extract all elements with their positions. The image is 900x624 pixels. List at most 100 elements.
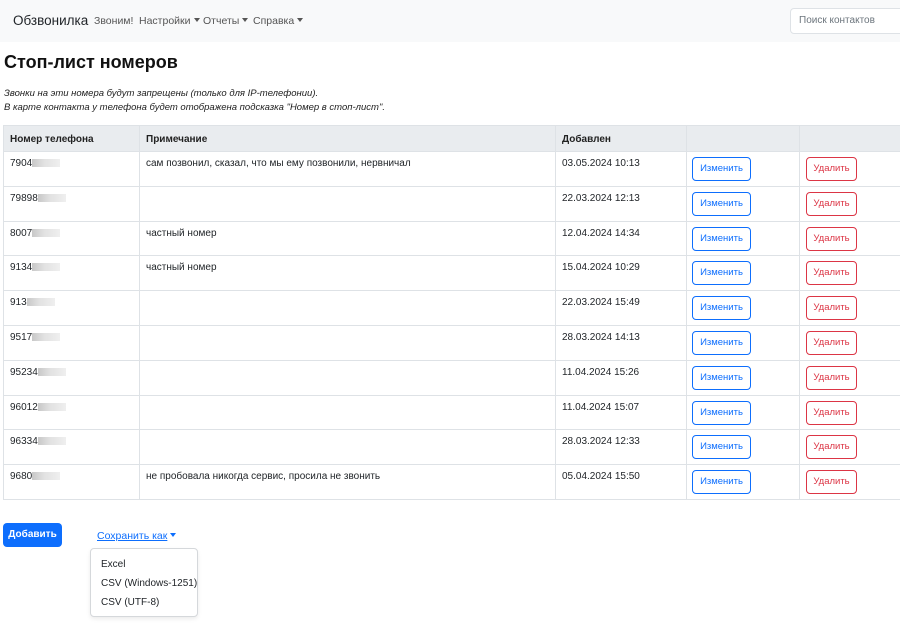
table-row: 79898 22.03.2024 12:13 Изменить Удалить xyxy=(4,186,900,222)
cell-edit: Изменить xyxy=(687,360,800,395)
cell-added: 28.03.2024 12:33 xyxy=(556,430,687,465)
chevron-down-icon xyxy=(193,18,200,22)
info-note: Звонки на эти номера будут запрещены (то… xyxy=(4,88,319,99)
phone-number: 96012 xyxy=(10,401,38,413)
edit-button[interactable]: Изменить xyxy=(692,365,751,390)
table-row: 7904 сам позвонил, сказал, что мы ему поз… xyxy=(4,152,900,187)
table-row: 96334 28.03.2024 12:33 Изменить Удалить xyxy=(4,430,900,466)
delete-button[interactable]: Удалить xyxy=(806,330,857,355)
save-as-menu: Excel CSV (Windows-1251) CSV (UTF-8) xyxy=(90,548,198,617)
chevron-down-icon xyxy=(170,533,177,537)
edit-button[interactable]: Изменить xyxy=(692,400,751,425)
delete-button[interactable]: Удалить xyxy=(806,470,857,495)
cell-phone: 95234 xyxy=(4,360,140,395)
cell-phone: 8007 xyxy=(4,221,140,256)
delete-button[interactable]: Удалить xyxy=(806,400,857,425)
redacted-digits xyxy=(37,193,66,202)
cell-note: частный номер xyxy=(140,221,556,256)
redacted-digits xyxy=(37,402,66,411)
table-row: 913 22.03.2024 15:49 Изменить Удалить xyxy=(4,291,900,326)
redacted-digits xyxy=(32,159,61,167)
nav-item-reports[interactable]: Отчеты xyxy=(203,15,249,27)
phone-number: 7904 xyxy=(10,158,33,169)
edit-button[interactable]: Изменить xyxy=(692,261,751,286)
edit-button[interactable]: Изменить xyxy=(692,296,751,321)
delete-button[interactable]: Удалить xyxy=(806,261,857,286)
phone-number: 96334 xyxy=(10,436,38,448)
cell-note xyxy=(140,430,556,465)
cell-note xyxy=(140,360,556,395)
navbar: Обзвонилка Звоним! Настройки Отчеты Спра… xyxy=(0,0,900,42)
cell-edit: Изменить xyxy=(687,395,800,430)
cell-note: не пробовала никогда сервис, просила не … xyxy=(140,465,556,499)
header-edit xyxy=(687,126,800,151)
delete-button[interactable]: Удалить xyxy=(806,435,857,460)
cell-delete: Удалить xyxy=(800,152,900,186)
cell-added: 28.03.2024 14:13 xyxy=(556,325,687,360)
cell-note xyxy=(140,325,556,360)
cell-edit: Изменить xyxy=(687,152,800,186)
cell-edit: Изменить xyxy=(687,430,800,465)
table-row: 9517 28.03.2024 14:13 Изменить Удалить xyxy=(4,325,900,361)
cell-phone: 9517 xyxy=(4,325,140,360)
save-as-dropdown[interactable]: Сохранить как xyxy=(97,530,177,542)
cell-note: частный номер xyxy=(140,256,556,291)
cell-phone: 79898 xyxy=(4,186,140,221)
edit-button[interactable]: Изменить xyxy=(692,330,751,355)
delete-button[interactable]: Удалить xyxy=(806,365,857,390)
table-row: 96012 11.04.2024 15:07 Изменить Удалить xyxy=(4,395,900,431)
add-button[interactable]: Добавить xyxy=(3,523,62,547)
brand-logo[interactable]: Обзвонилка xyxy=(13,13,88,28)
table-row: 9680 не пробовала никогда сервис, просила… xyxy=(4,465,900,500)
cell-added: 22.03.2024 15:49 xyxy=(556,291,687,325)
delete-button[interactable]: Удалить xyxy=(806,191,857,216)
page-title: Стоп-лист номеров xyxy=(4,52,178,72)
menu-item-csv-utf8[interactable]: CSV (UTF-8) xyxy=(101,597,159,608)
cell-edit: Изменить xyxy=(687,325,800,360)
cell-delete: Удалить xyxy=(800,465,900,499)
phone-number: 79898 xyxy=(10,192,38,204)
edit-button[interactable]: Изменить xyxy=(692,226,751,251)
header-delete xyxy=(800,126,900,151)
nav-item-help[interactable]: Справка xyxy=(253,15,304,27)
redacted-digits xyxy=(32,263,61,272)
chevron-down-icon xyxy=(297,18,304,22)
menu-item-excel[interactable]: Excel xyxy=(101,559,125,570)
cell-delete: Удалить xyxy=(800,256,900,290)
delete-button[interactable]: Удалить xyxy=(806,296,857,321)
menu-item-csv-windows-1251[interactable]: CSV (Windows-1251) xyxy=(101,578,197,589)
cell-delete: Удалить xyxy=(800,187,900,221)
table-body: 7904 сам позвонил, сказал, что мы ему поз… xyxy=(4,152,900,500)
edit-button[interactable]: Изменить xyxy=(692,191,751,216)
edit-button[interactable]: Изменить xyxy=(692,157,751,181)
redacted-digits xyxy=(32,472,61,481)
nav-item-reports-label: Отчеты xyxy=(203,15,240,27)
save-as-label: Сохранить как xyxy=(97,530,168,542)
phone-number: 9134 xyxy=(10,262,33,274)
phone-number: 8007 xyxy=(10,227,33,239)
delete-button[interactable]: Удалить xyxy=(806,226,857,251)
redacted-digits xyxy=(37,367,66,376)
nav-item-call-label: Звоним! xyxy=(94,15,134,27)
redacted-digits xyxy=(37,437,66,446)
cell-phone: 96012 xyxy=(4,395,140,430)
edit-button[interactable]: Изменить xyxy=(692,435,751,460)
nav-item-settings[interactable]: Настройки xyxy=(139,15,200,27)
edit-button[interactable]: Изменить xyxy=(692,470,751,495)
nav-item-call[interactable]: Звоним! xyxy=(94,15,133,27)
cell-phone: 96334 xyxy=(4,430,140,465)
info-note: В карте контакта у телефона будет отобра… xyxy=(4,102,385,113)
search-input[interactable]: Поиск контактов xyxy=(790,8,900,34)
cell-added: 05.04.2024 15:50 xyxy=(556,465,687,499)
header-added: Добавлен xyxy=(556,126,687,151)
cell-edit: Изменить xyxy=(687,186,800,221)
phone-number: 9680 xyxy=(10,471,33,483)
cell-delete: Удалить xyxy=(800,291,900,325)
table-header: Номер телефона Примечание Добавлен xyxy=(4,126,900,152)
cell-delete: Удалить xyxy=(800,396,900,430)
cell-added: 03.05.2024 10:13 xyxy=(556,152,687,186)
phone-number: 913 xyxy=(10,297,27,309)
cell-phone: 7904 xyxy=(4,152,140,186)
delete-button[interactable]: Удалить xyxy=(806,157,857,181)
nav-item-help-label: Справка xyxy=(253,15,295,27)
